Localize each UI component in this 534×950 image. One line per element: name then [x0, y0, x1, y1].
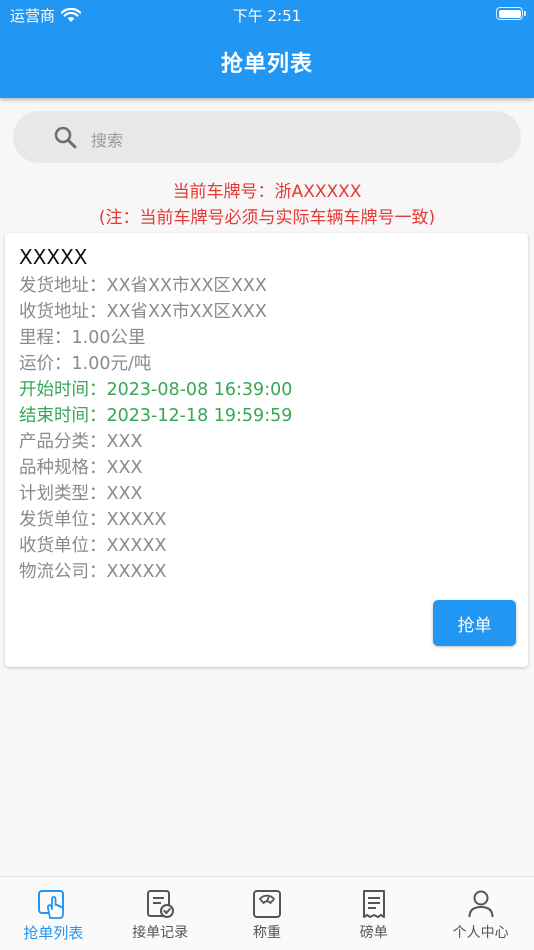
plate-note-text: (注：当前车牌号必须与实际车辆车牌号一致) [98, 208, 436, 228]
grab-order-icon [38, 890, 65, 919]
order-field-start-time: 开始时间：2023-08-08 16:39:00 [19, 380, 293, 400]
order-field-logistics: 物流公司：XXXXX [19, 562, 167, 582]
order-field-mileage: 里程：1.00公里 [19, 328, 146, 348]
order-field-freight: 运价：1.00元/吨 [19, 354, 152, 374]
tab-label-weighing: 称重 [252, 925, 281, 941]
tab-label-grab-list: 抢单列表 [23, 924, 84, 942]
user-icon [468, 890, 494, 918]
search-input[interactable]: 搜索 [13, 111, 521, 163]
status-bar: 运营商 下午 2:51 [0, 0, 534, 28]
grab-order-button[interactable]: 抢单 [433, 600, 516, 646]
battery-icon [496, 7, 526, 20]
tab-weigh-bill[interactable]: 磅单 [320, 877, 427, 950]
tab-weighing[interactable]: 称重 [214, 877, 321, 950]
tab-label-order-record: 接单记录 [132, 925, 189, 941]
tab-order-record[interactable]: 接单记录 [107, 877, 214, 950]
order-field-receiver: 收货单位：XXXXX [19, 536, 167, 556]
order-title: XXXXX [19, 245, 88, 269]
app-header: 运营商 下午 2:51 抢单列表 [0, 0, 534, 98]
order-record-icon [147, 890, 175, 918]
order-field-spec: 品种规格：XXX [19, 458, 143, 478]
order-card: XXXXX 发货地址：XX省XX市XX区XXX 收货地址：XX省XX市XX区XX… [5, 233, 528, 667]
tab-profile[interactable]: 个人中心 [427, 877, 534, 950]
tab-grab-list[interactable]: 抢单列表 [0, 877, 107, 950]
receipt-icon [362, 890, 385, 918]
search-placeholder: 搜索 [91, 131, 124, 150]
tab-label-profile: 个人中心 [452, 925, 509, 941]
bottom-tab-bar: 抢单列表 接单记录 称重 磅单 个人中心 [0, 876, 534, 950]
order-field-plan-type: 计划类型：XXX [19, 484, 143, 504]
order-field-shipper: 发货单位：XXXXX [19, 510, 167, 530]
current-plate-text: 当前车牌号：浙AXXXXX [172, 182, 362, 202]
page-title: 抢单列表 [220, 52, 313, 77]
scale-icon [252, 890, 281, 918]
status-time: 下午 2:51 [232, 7, 302, 25]
order-field-ship-address: 发货地址：XX省XX市XX区XXX [19, 276, 267, 296]
search-icon [54, 126, 77, 149]
tab-label-weigh-bill: 磅单 [359, 925, 388, 941]
order-field-end-time: 结束时间：2023-12-18 19:59:59 [19, 406, 293, 426]
order-field-receive-address: 收货地址：XX省XX市XX区XXX [19, 302, 267, 322]
order-field-product-category: 产品分类：XXX [19, 432, 143, 452]
